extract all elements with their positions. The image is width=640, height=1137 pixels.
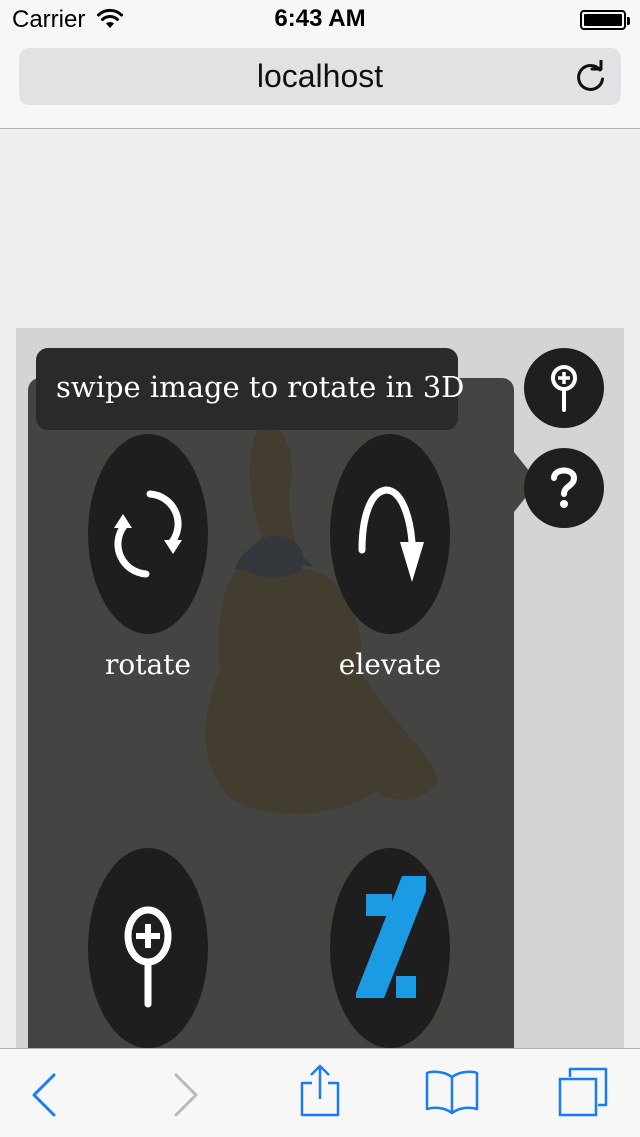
zoom-magnifier-icon	[124, 906, 172, 1008]
elevate-icon	[358, 486, 424, 582]
question-mark-icon	[551, 467, 578, 508]
zoom-button[interactable]	[88, 848, 208, 1048]
rotate-label: rotate	[104, 648, 191, 681]
elevate-label: elevate	[338, 648, 442, 681]
browser-bottom-toolbar	[0, 1048, 640, 1137]
zoomify-z-logo-icon	[356, 876, 426, 998]
tabs-icon[interactable]	[556, 1065, 610, 1119]
zoom-side-button[interactable]	[524, 348, 604, 428]
rotate-button[interactable]	[88, 434, 208, 634]
elevate-button[interactable]	[330, 434, 450, 634]
back-icon[interactable]	[30, 1073, 58, 1117]
reload-icon[interactable]	[574, 60, 608, 94]
status-bar: Carrier 6:43 AM	[0, 0, 640, 40]
share-icon[interactable]	[298, 1063, 342, 1119]
help-side-button[interactable]	[524, 448, 604, 528]
battery-icon	[580, 10, 630, 30]
forward-icon	[174, 1073, 198, 1117]
bookmarks-icon[interactable]	[424, 1069, 480, 1117]
magnifier-plus-icon	[551, 365, 577, 412]
zoomify-logo-button[interactable]	[330, 848, 450, 1048]
clock: 6:43 AM	[274, 5, 366, 32]
url-text[interactable]: localhost	[0, 58, 640, 95]
rotate-icon	[114, 490, 182, 578]
rotate-hint-tooltip: swipe image to rotate in 3D	[36, 348, 464, 430]
